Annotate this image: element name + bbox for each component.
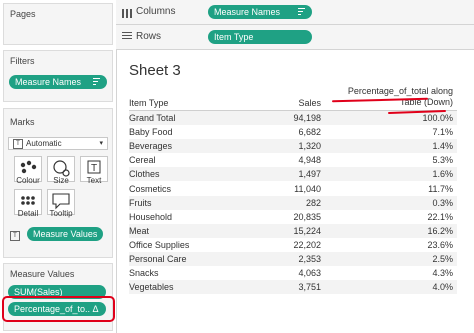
cell-sales: 15,224 <box>251 223 325 238</box>
columns-icon <box>122 7 132 18</box>
cell-item-type: Personal Care <box>129 251 251 267</box>
detail-label: Detail <box>17 209 39 218</box>
columns-pill-label: Measure Names <box>214 7 281 17</box>
table-row[interactable]: Personal Care 2,353 2.5% <box>129 251 457 267</box>
cell-percentage: 4.3% <box>432 268 453 279</box>
filters-title: Filters <box>10 56 35 66</box>
table-row[interactable]: Clothes 1,497 1.6% <box>129 167 457 182</box>
marks-title: Marks <box>10 117 35 127</box>
sort-icon <box>93 78 100 86</box>
cell-item-type: Snacks <box>129 268 159 279</box>
pages-title: Pages <box>10 9 36 19</box>
left-panel: Pages Filters Measure Names Marks T Autom… <box>0 0 117 333</box>
cell-item-type: Office Supplies <box>129 239 190 250</box>
cell-sales: 11,040 <box>294 183 321 194</box>
cell-percentage: 1.4% <box>325 139 457 154</box>
cell-item-type: Cosmetics <box>129 183 172 194</box>
text-encoding-icon: T <box>10 231 20 241</box>
cell-item-type: Cereal <box>129 155 156 166</box>
measure-values-title: Measure Values <box>10 269 75 279</box>
colour-label: Colour <box>16 176 40 185</box>
table-row[interactable]: Household 20,835 22.1% <box>129 210 457 224</box>
table-row[interactable]: Meat 15,224 16.2% <box>129 223 457 238</box>
cell-item-type: Meat <box>129 223 251 238</box>
cell-percentage: 22.1% <box>427 211 453 222</box>
table-body: Grand Total 94,198 100.0% Baby Food 6,682 7.1… <box>129 110 457 295</box>
table-row[interactable]: Office Supplies 22,202 23.6% <box>129 238 457 252</box>
cell-percentage: 2.5% <box>325 251 457 267</box>
cell-percentage: 7.1% <box>432 127 453 138</box>
cell-item-type: Baby Food <box>129 127 173 138</box>
cell-item-type: Beverages <box>129 139 251 154</box>
table-row[interactable]: Fruits 282 0.3% <box>129 195 457 210</box>
columns-shelf[interactable]: Columns Measure Names <box>116 0 474 25</box>
table-row[interactable]: Beverages 1,320 1.4% <box>129 139 457 154</box>
cell-item-type: Household <box>129 211 173 222</box>
cell-item-type: Fruits <box>129 195 251 210</box>
cell-sales: 1,497 <box>251 167 325 182</box>
header-sales[interactable]: Sales <box>251 86 325 111</box>
filter-pill-measure-names[interactable]: Measure Names <box>9 75 107 89</box>
marks-pill-measure-values[interactable]: Measure Values <box>27 227 103 241</box>
cell-percentage: 0.3% <box>325 195 457 210</box>
cell-item-type: Grand Total <box>129 110 251 126</box>
cell-sales: 22,202 <box>293 239 321 250</box>
cell-item-type: Vegetables <box>129 280 251 295</box>
table-row[interactable]: Snacks 4,063 4.3% <box>129 266 457 280</box>
filters-card[interactable]: Filters Measure Names <box>3 50 113 102</box>
red-highlight-box <box>2 296 115 322</box>
header-item-type[interactable]: Item Type <box>129 86 251 111</box>
table-row[interactable]: Cosmetics 11,040 11.7% <box>129 181 457 195</box>
rows-label: Rows <box>136 31 162 42</box>
pages-card[interactable]: Pages <box>3 3 113 45</box>
sort-icon <box>298 8 305 16</box>
table-row[interactable]: Vegetables 3,751 4.0% <box>129 280 457 295</box>
columns-label: Columns <box>136 6 176 17</box>
cell-sales: 3,751 <box>251 280 325 295</box>
cell-percentage: 4.0% <box>325 280 457 295</box>
cell-percentage: 23.6% <box>427 239 453 250</box>
mark-type-value: Automatic <box>26 139 62 148</box>
cell-sales: 2,353 <box>251 251 325 267</box>
sheet-title: Sheet 3 <box>129 62 181 79</box>
chevron-down-icon: ▾ <box>99 140 103 147</box>
cell-sales: 1,320 <box>251 139 325 154</box>
cell-sales: 4,948 <box>298 155 321 166</box>
cell-sales: 20,835 <box>293 211 321 222</box>
cell-sales: 6,682 <box>298 127 321 138</box>
rows-pill-item-type[interactable]: Item Type <box>208 30 312 44</box>
svg-text:T: T <box>91 163 97 174</box>
columns-pill-measure-names[interactable]: Measure Names <box>208 5 312 19</box>
text-mark-icon: T <box>13 139 23 149</box>
size-label: Size <box>53 176 69 185</box>
rows-shelf[interactable]: Rows Item Type <box>116 25 474 50</box>
cell-percentage: 16.2% <box>325 223 457 238</box>
tooltip-label: Tooltip <box>49 209 73 218</box>
mark-type-dropdown[interactable]: T Automatic ▾ <box>8 137 108 150</box>
rows-icon <box>122 32 132 41</box>
text-label: Text <box>86 176 102 185</box>
cell-percentage: 11.7% <box>428 183 453 194</box>
filter-pill-label: Measure Names <box>15 77 82 87</box>
cell-percentage: 5.3% <box>432 155 453 166</box>
cell-sales: 94,198 <box>251 110 325 126</box>
cell-sales: 282 <box>251 195 325 210</box>
cell-percentage: 1.6% <box>325 167 457 182</box>
cell-sales: 4,063 <box>298 268 321 279</box>
cell-item-type: Clothes <box>129 167 251 182</box>
header-pct-line1: Percentage_of_total along <box>347 86 453 96</box>
crosstab-table: Item Type Sales Percentage_of_total alon… <box>129 86 457 295</box>
table-row[interactable]: Cereal 4,948 5.3% <box>129 153 457 167</box>
table-row[interactable]: Baby Food 6,682 7.1% <box>129 125 457 139</box>
